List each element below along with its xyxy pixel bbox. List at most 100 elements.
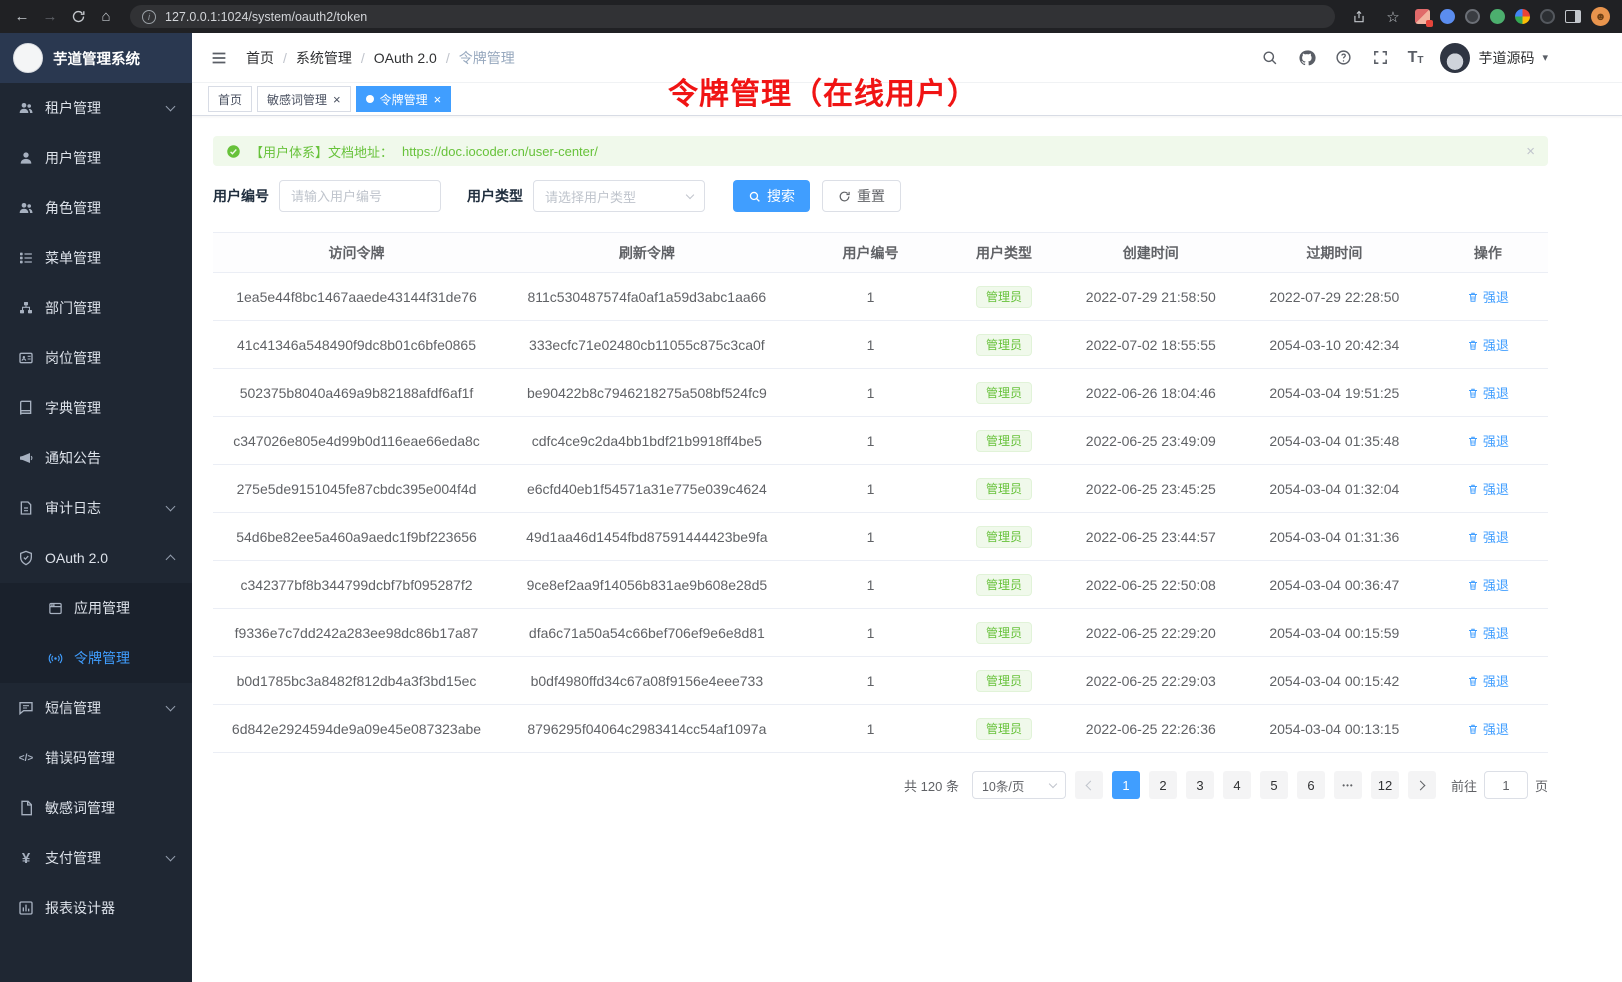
extension-icon[interactable]: [1490, 9, 1505, 24]
fullscreen-icon[interactable]: [1371, 48, 1391, 68]
github-icon[interactable]: [1297, 48, 1317, 68]
reset-button[interactable]: 重置: [822, 180, 901, 212]
search-button[interactable]: 搜索: [733, 180, 810, 212]
page-button[interactable]: 3: [1186, 771, 1214, 799]
force-logout-button[interactable]: 强退: [1467, 335, 1509, 354]
force-logout-button[interactable]: 强退: [1467, 623, 1509, 642]
breadcrumb-system[interactable]: 系统管理: [296, 48, 352, 68]
cell-user-type: 管理员: [947, 705, 1060, 753]
close-icon[interactable]: ×: [333, 93, 341, 106]
roles-icon: [18, 200, 34, 216]
user-type-select[interactable]: 请选择用户类型: [533, 180, 705, 212]
sidebar-item-roles[interactable]: 角色管理: [0, 183, 192, 233]
sidebar-item-error-codes[interactable]: </> 错误码管理: [0, 733, 192, 783]
breadcrumb: 首页 / 系统管理 / OAuth 2.0 / 令牌管理: [246, 48, 515, 68]
side-panel-icon[interactable]: [1565, 10, 1581, 23]
total-count: 共 120 条: [904, 776, 959, 795]
sidebar-item-sms[interactable]: 短信管理: [0, 683, 192, 733]
more-pages-button[interactable]: •••: [1334, 771, 1362, 799]
user-id-input[interactable]: [279, 180, 441, 212]
tab-sensitive-words[interactable]: 敏感词管理 ×: [257, 86, 351, 112]
help-icon[interactable]: [1334, 48, 1354, 68]
page-button[interactable]: 6: [1297, 771, 1325, 799]
log-document-icon: [18, 500, 34, 516]
message-bubble-icon: [18, 700, 34, 716]
force-logout-button[interactable]: 强退: [1467, 287, 1509, 306]
force-logout-button[interactable]: 强退: [1467, 431, 1509, 450]
share-icon[interactable]: [1347, 5, 1371, 29]
force-logout-button[interactable]: 强退: [1467, 671, 1509, 690]
site-info-icon[interactable]: i: [142, 10, 156, 24]
page-button[interactable]: 2: [1149, 771, 1177, 799]
sidebar-item-sensitive-words[interactable]: 敏感词管理: [0, 783, 192, 833]
sidebar-item-oauth2[interactable]: OAuth 2.0: [0, 533, 192, 583]
cell-user-id: 1: [794, 657, 948, 705]
extension-icon[interactable]: [1415, 9, 1430, 24]
back-icon[interactable]: ←: [10, 5, 34, 29]
force-logout-button[interactable]: 强退: [1467, 719, 1509, 738]
prev-page-button[interactable]: [1075, 771, 1103, 799]
extension-icon[interactable]: [1540, 9, 1555, 24]
extension-icon[interactable]: [1465, 9, 1480, 24]
doc-link[interactable]: https://doc.iocoder.cn/user-center/: [402, 144, 598, 159]
breadcrumb-home[interactable]: 首页: [246, 48, 274, 68]
sidebar-item-report-designer[interactable]: 报表设计器: [0, 883, 192, 933]
home-icon[interactable]: ⌂: [94, 5, 118, 29]
font-size-icon[interactable]: TT: [1408, 50, 1424, 66]
url-bar[interactable]: i 127.0.0.1:1024/system/oauth2/token: [130, 5, 1335, 28]
extensions-puzzle-icon[interactable]: [1515, 9, 1530, 24]
col-refresh-token: 刷新令牌: [500, 233, 794, 273]
user-menu[interactable]: 芋道源码 ▾: [1440, 43, 1548, 73]
page-button[interactable]: 1: [1112, 771, 1140, 799]
goto-page-input[interactable]: [1484, 771, 1528, 799]
forward-icon[interactable]: →: [38, 5, 62, 29]
tab-home[interactable]: 首页: [208, 86, 252, 112]
sidebar-item-announcements[interactable]: 通知公告: [0, 433, 192, 483]
cell-refresh-token: 49d1aa46d1454fbd87591444423be9fa: [500, 513, 794, 561]
tab-token-management[interactable]: 令牌管理 ×: [356, 86, 452, 112]
cell-created-time: 2022-06-25 23:49:09: [1061, 417, 1241, 465]
force-logout-button[interactable]: 强退: [1467, 527, 1509, 546]
close-icon[interactable]: ×: [434, 93, 442, 106]
browser-profile-avatar[interactable]: ☻: [1591, 7, 1610, 26]
cell-actions: 强退: [1428, 561, 1548, 609]
sidebar-item-payment[interactable]: ¥ 支付管理: [0, 833, 192, 883]
page-button[interactable]: 5: [1260, 771, 1288, 799]
sidebar-item-menus[interactable]: 菜单管理: [0, 233, 192, 283]
page-size-select[interactable]: 10条/页: [972, 771, 1066, 799]
sidebar-item-audit-log[interactable]: 审计日志: [0, 483, 192, 533]
cell-created-time: 2022-06-25 22:29:20: [1061, 609, 1241, 657]
next-page-button[interactable]: [1408, 771, 1436, 799]
breadcrumb-oauth2[interactable]: OAuth 2.0: [374, 50, 437, 66]
extension-icon[interactable]: [1440, 9, 1455, 24]
sidebar-item-posts[interactable]: 岗位管理: [0, 333, 192, 383]
sidebar-item-label: 敏感词管理: [45, 798, 115, 818]
sidebar-item-label: 支付管理: [45, 848, 101, 868]
sidebar-item-tenant[interactable]: 租户管理: [0, 83, 192, 133]
admin-badge: 管理员: [976, 574, 1032, 596]
sidebar-item-dictionary[interactable]: 字典管理: [0, 383, 192, 433]
caret-down-icon: ▾: [1542, 51, 1548, 64]
force-logout-button[interactable]: 强退: [1467, 383, 1509, 402]
collapse-menu-icon[interactable]: [208, 47, 230, 69]
cell-user-id: 1: [794, 273, 948, 321]
search-icon[interactable]: [1260, 48, 1280, 68]
reload-icon[interactable]: [66, 5, 90, 29]
cell-user-type: 管理员: [947, 657, 1060, 705]
page-button[interactable]: 4: [1223, 771, 1251, 799]
alert-close-icon[interactable]: ×: [1526, 143, 1535, 160]
token-signal-icon: [47, 650, 63, 666]
sidebar-item-oauth-tokens[interactable]: 令牌管理: [0, 633, 192, 683]
cell-created-time: 2022-06-25 22:29:03: [1061, 657, 1241, 705]
force-logout-button[interactable]: 强退: [1467, 575, 1509, 594]
sidebar-item-users[interactable]: 用户管理: [0, 133, 192, 183]
bookmark-star-icon[interactable]: ☆: [1381, 5, 1405, 29]
force-logout-button[interactable]: 强退: [1467, 479, 1509, 498]
cell-access-token: f9336e7c7dd242a283ee98dc86b17a87: [213, 609, 500, 657]
page-button[interactable]: 12: [1371, 771, 1399, 799]
sidebar-item-oauth-apps[interactable]: 应用管理: [0, 583, 192, 633]
shield-auth-icon: [18, 550, 34, 566]
app-logo[interactable]: 芋道管理系统: [0, 33, 192, 83]
sidebar-item-departments[interactable]: 部门管理: [0, 283, 192, 333]
cell-user-id: 1: [794, 513, 948, 561]
